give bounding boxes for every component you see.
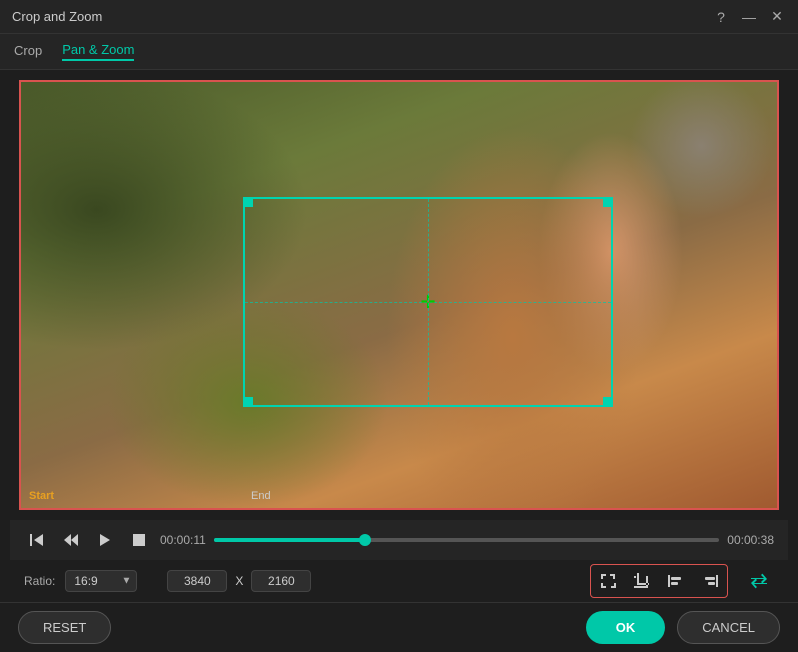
- swap-icon: [748, 570, 770, 592]
- play-prev-icon: [29, 532, 45, 548]
- fit-frame-button[interactable]: [593, 567, 623, 595]
- ok-button[interactable]: OK: [586, 611, 666, 644]
- align-left-icon: [667, 572, 685, 590]
- play-icon: [97, 532, 113, 548]
- time-total: 00:00:38: [727, 533, 774, 547]
- align-left-button[interactable]: [661, 567, 691, 595]
- title-bar-controls: ? — ✕: [712, 8, 786, 25]
- crop-handle-bl[interactable]: [243, 397, 253, 407]
- window-title: Crop and Zoom: [12, 9, 102, 24]
- align-right-button[interactable]: [695, 567, 725, 595]
- frame-back-icon: [63, 532, 79, 548]
- time-current: 00:00:11: [160, 533, 206, 547]
- crop-x-button[interactable]: [627, 567, 657, 595]
- video-preview: ✛ Start End: [19, 80, 779, 510]
- ratio-row: Ratio: 16:9 4:3 1:1 9:16 Custom ▼ X: [10, 560, 788, 602]
- stop-icon: [131, 532, 147, 548]
- cancel-button[interactable]: CANCEL: [677, 611, 780, 644]
- size-separator: X: [235, 574, 243, 588]
- play-button[interactable]: [92, 527, 118, 553]
- label-start: Start: [29, 490, 54, 502]
- crop-handle-tr[interactable]: [603, 197, 613, 207]
- tab-pan-zoom[interactable]: Pan & Zoom: [62, 42, 134, 61]
- align-right-icon: [701, 572, 719, 590]
- size-box: X: [167, 570, 311, 592]
- fit-frame-icon: [599, 572, 617, 590]
- controls-bar: 00:00:11 00:00:38: [10, 520, 788, 560]
- ratio-select[interactable]: 16:9 4:3 1:1 9:16 Custom: [65, 570, 137, 592]
- stop-button[interactable]: [126, 527, 152, 553]
- ratio-label: Ratio:: [24, 574, 55, 588]
- video-frame: ✛ Start End: [21, 82, 777, 508]
- width-input[interactable]: [167, 570, 227, 592]
- crosshair-icon: ✛: [418, 292, 438, 312]
- minimize-icon[interactable]: —: [740, 9, 758, 25]
- label-end: End: [251, 490, 271, 502]
- close-icon[interactable]: ✕: [768, 8, 786, 25]
- help-icon[interactable]: ?: [712, 9, 730, 25]
- action-row: RESET OK CANCEL: [0, 602, 798, 652]
- frame-back-button[interactable]: [58, 527, 84, 553]
- height-input[interactable]: [251, 570, 311, 592]
- reset-button[interactable]: RESET: [18, 611, 111, 644]
- tab-bar: Crop Pan & Zoom: [0, 34, 798, 70]
- progress-bar[interactable]: [214, 538, 719, 542]
- crop-x-icon: [633, 572, 651, 590]
- swap-button[interactable]: [744, 567, 774, 595]
- play-prev-button[interactable]: [24, 527, 50, 553]
- title-bar: Crop and Zoom ? — ✕: [0, 0, 798, 34]
- progress-thumb[interactable]: [359, 534, 371, 546]
- alignment-icon-group: [590, 564, 728, 598]
- crop-box[interactable]: ✛: [243, 197, 613, 407]
- crop-handle-tl[interactable]: [243, 197, 253, 207]
- tab-crop[interactable]: Crop: [14, 43, 42, 60]
- progress-fill: [214, 538, 366, 542]
- crop-handle-br[interactable]: [603, 397, 613, 407]
- right-buttons: OK CANCEL: [586, 611, 780, 644]
